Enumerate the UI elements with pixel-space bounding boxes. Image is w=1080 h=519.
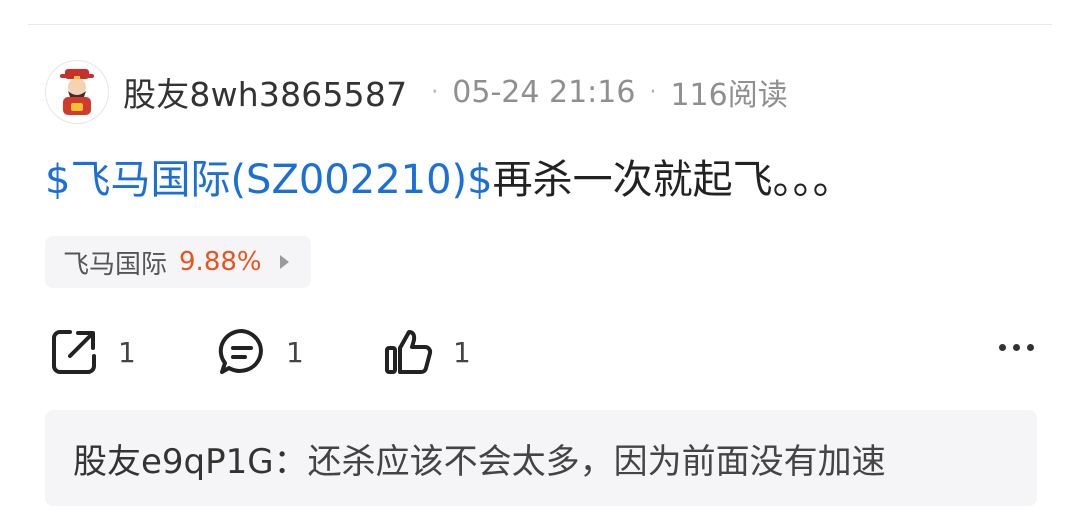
meta-dot: · <box>649 79 657 105</box>
more-dot <box>999 344 1006 351</box>
more-dot <box>1013 344 1020 351</box>
like-button[interactable]: 1 <box>383 324 471 380</box>
share-button[interactable]: 1 <box>48 324 136 380</box>
comment-text: 还杀应该不会太多，因为前面没有加速 <box>307 441 886 482</box>
post-header: 股友8wh3865587 · 05-24 21:16 · 116阅读 <box>45 60 788 124</box>
thumbs-up-icon <box>385 330 433 374</box>
read-count: 116阅读 <box>670 78 788 113</box>
meta-dot: · <box>431 79 439 105</box>
chevron-right-icon <box>279 255 289 269</box>
comment-separator: ： <box>273 441 308 482</box>
share-icon <box>52 330 96 374</box>
stock-chip-name: 飞马国际 <box>63 249 168 280</box>
comment-count: 1 <box>286 335 304 369</box>
more-dot <box>1027 344 1034 351</box>
comment-preview[interactable]: 股友e9qP1G：还杀应该不会太多，因为前面没有加速 <box>45 410 1037 506</box>
comment-author[interactable]: 股友e9qP1G <box>73 434 274 483</box>
post-card: 股友8wh3865587 · 05-24 21:16 · 116阅读 $飞马国际… <box>0 0 1080 519</box>
avatar[interactable] <box>45 60 109 124</box>
comment-icon <box>218 328 263 374</box>
more-icon[interactable] <box>995 334 1038 361</box>
stock-chip[interactable]: 飞马国际 9.88% <box>45 236 311 288</box>
post-content: $飞马国际(SZ002210)$再杀一次就起飞。。。 <box>45 150 853 210</box>
like-count: 1 <box>453 335 471 369</box>
share-count: 1 <box>118 335 136 369</box>
username[interactable]: 股友8wh3865587 <box>123 68 407 116</box>
post-body-text: 再杀一次就起飞。。。 <box>492 157 853 203</box>
action-bar: 1 1 1 <box>48 324 1038 380</box>
stock-link[interactable]: $飞马国际(SZ002210)$ <box>45 157 493 203</box>
comment-button[interactable]: 1 <box>216 324 304 380</box>
post-meta: · 05-24 21:16 · 116阅读 <box>417 70 787 114</box>
top-divider <box>28 24 1052 25</box>
fortune-god-avatar-icon <box>60 69 94 115</box>
stock-chip-change: 9.88% <box>179 247 262 277</box>
post-date: 05-24 21:16 <box>452 74 636 110</box>
